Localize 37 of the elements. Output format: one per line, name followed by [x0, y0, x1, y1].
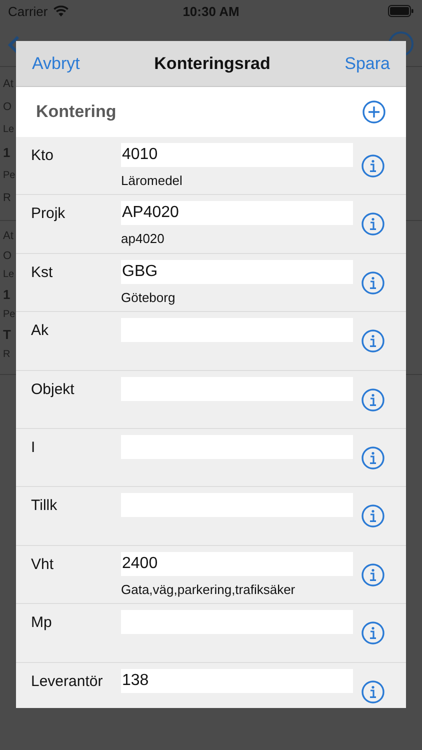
field-label: I	[31, 438, 36, 456]
field-label: Vht	[31, 554, 55, 573]
carrier-label: Carrier	[8, 4, 48, 18]
info-icon[interactable]	[361, 270, 385, 295]
info-icon[interactable]	[361, 680, 385, 704]
field-label: Projk	[31, 204, 66, 222]
wifi-icon	[52, 5, 69, 17]
field-label: Kst	[31, 262, 54, 281]
section-title: Kontering	[36, 102, 116, 122]
info-icon[interactable]	[361, 212, 385, 236]
clock: 10:30 AM	[182, 4, 240, 18]
info-icon[interactable]	[361, 446, 385, 470]
input-field[interactable]: 2400	[121, 552, 353, 576]
input-field[interactable]: 138	[121, 668, 353, 693]
field-description: Gata,väg,parkering,trafiksäker	[121, 582, 296, 597]
field-label: Tillk	[31, 496, 58, 514]
field-description: ap4020	[121, 231, 166, 246]
field-label: Leverantör	[31, 672, 104, 690]
field-label: Mp	[31, 613, 53, 632]
input-field[interactable]: GBG	[121, 260, 353, 284]
info-icon[interactable]	[361, 388, 385, 412]
info-icon[interactable]	[361, 562, 385, 587]
battery-icon	[388, 5, 414, 17]
input-field[interactable]: AP4020	[121, 201, 353, 226]
input-field[interactable]: 4010	[121, 143, 353, 167]
field-description: Göteborg	[121, 290, 176, 305]
add-icon[interactable]	[362, 100, 386, 124]
sheet-title: Konteringsrad	[154, 54, 270, 74]
field-label: Ak	[31, 321, 50, 340]
chevron-left-icon	[8, 35, 20, 55]
field-label: Kto	[31, 146, 55, 164]
field-description: Läromedel	[121, 173, 184, 188]
info-icon[interactable]	[361, 504, 385, 528]
info-icon[interactable]	[361, 154, 385, 178]
info-icon[interactable]	[361, 329, 385, 354]
field-label: Objekt	[31, 380, 76, 398]
info-icon[interactable]	[361, 621, 385, 646]
